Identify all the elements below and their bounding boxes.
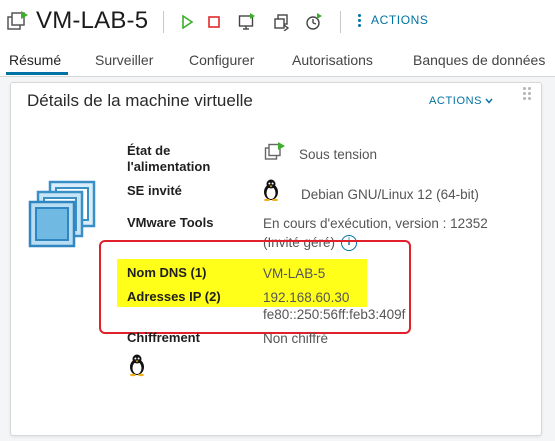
linux-penguin-icon: [264, 179, 278, 201]
toolbar-separator: [163, 11, 164, 33]
tab-resume[interactable]: Résumé: [9, 52, 61, 68]
card-title: Détails de la machine virtuelle: [27, 91, 253, 110]
tab-banques-de-donnees[interactable]: Banques de données: [413, 52, 545, 68]
power-state-label: État de l'alimentation: [127, 143, 211, 174]
launch-console-button[interactable]: [236, 11, 258, 33]
migrate-button[interactable]: [271, 11, 293, 33]
power-on-button[interactable]: [176, 11, 198, 33]
snapshot-button[interactable]: [303, 11, 325, 33]
toolbar-separator: [340, 11, 341, 33]
guest-os-value: Debian GNU/Linux 12 (64-bit): [301, 187, 479, 202]
card-actions-label: ACTIONS: [429, 95, 483, 107]
vm-title: VM-LAB-5: [36, 7, 149, 34]
power-off-button[interactable]: [203, 11, 225, 33]
snapshot-icon: [306, 13, 322, 30]
power-state-value: Sous tension: [299, 147, 378, 162]
guest-os-label: SE invité: [127, 183, 182, 198]
vm-details-card: Détails de la machine virtuelle ACTIONS …: [10, 82, 542, 436]
chevron-down-icon: [485, 98, 493, 104]
stop-icon: [208, 16, 220, 28]
console-icon: [238, 13, 255, 30]
vm-powered-on-icon: [264, 142, 285, 160]
vm-powered-on-icon: [7, 11, 28, 30]
active-tab-indicator: [6, 72, 68, 75]
actions-menu-button[interactable]: ACTIONS: [358, 13, 429, 27]
tab-surveiller[interactable]: Surveiller: [95, 52, 153, 68]
tab-autorisations[interactable]: Autorisations: [292, 52, 373, 68]
drag-handle-icon[interactable]: [523, 87, 531, 101]
vmware-tools-label: VMware Tools: [127, 215, 214, 230]
tab-bar: Résumé Surveiller Configurer Autorisatio…: [0, 44, 555, 77]
encryption-value: Non chiffré: [263, 331, 329, 346]
virtual-machine-icon: [28, 180, 96, 248]
encryption-label: Chiffrement: [127, 330, 200, 345]
play-icon: [182, 15, 194, 29]
vmware-tools-status: En cours d'exécution, version : 12352: [263, 216, 488, 231]
card-actions-button[interactable]: ACTIONS: [429, 95, 493, 107]
migrate-icon: [274, 14, 290, 31]
vm-header: VM-LAB-5 ACTIONS: [0, 0, 555, 44]
actions-label: ACTIONS: [371, 13, 429, 27]
kebab-icon: [358, 13, 361, 27]
tab-configurer[interactable]: Configurer: [189, 52, 254, 68]
annotation-box: [99, 240, 411, 334]
linux-penguin-icon: [130, 354, 144, 377]
